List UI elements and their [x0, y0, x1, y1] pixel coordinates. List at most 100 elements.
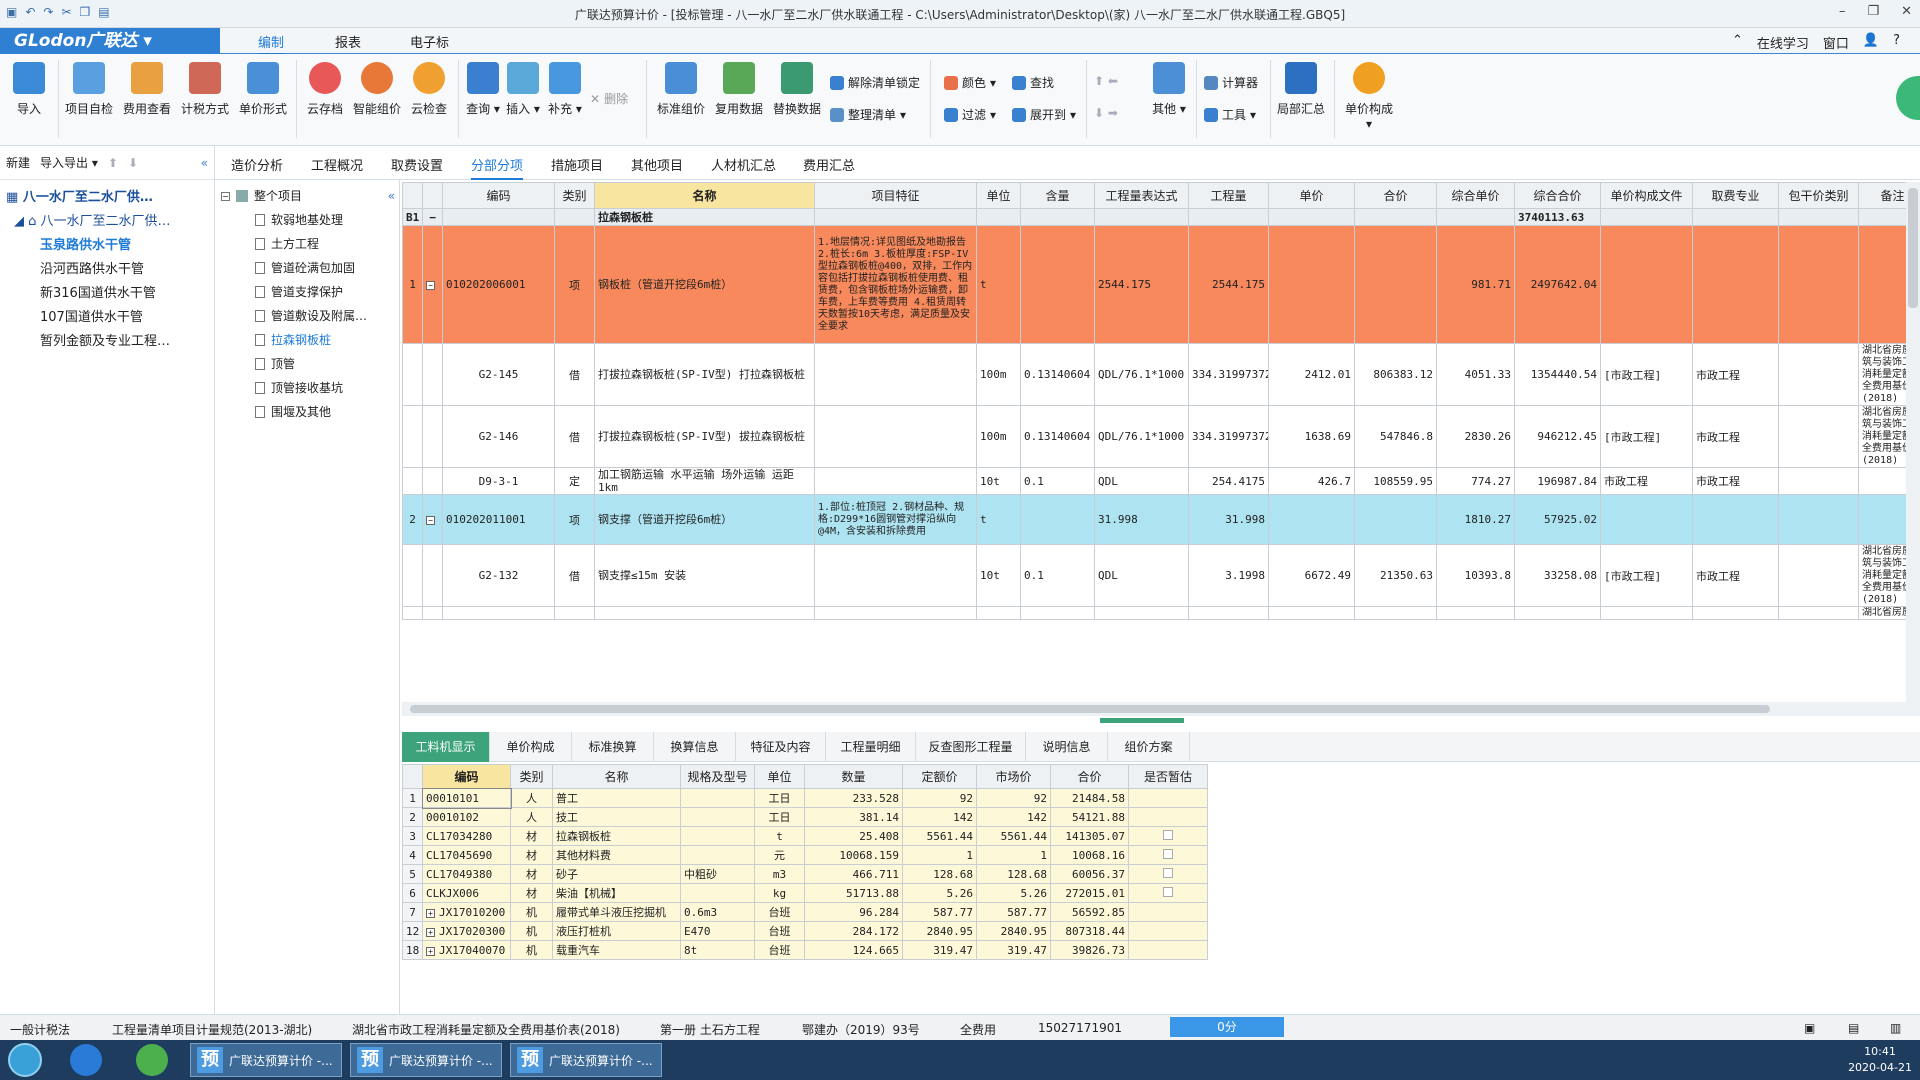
collapse-tree-icon[interactable]: «: [388, 184, 395, 208]
qty-ratio-cell[interactable]: 0.13140604: [1020, 405, 1095, 468]
tree-item-selected[interactable]: 拉森钢板桩: [215, 328, 399, 352]
amount-cell[interactable]: [1354, 606, 1437, 620]
unit-cell[interactable]: t: [976, 225, 1021, 344]
col-header[interactable]: 综合合价: [1514, 182, 1601, 209]
col-header[interactable]: 含量: [1020, 182, 1095, 209]
col-header[interactable]: 合价: [1354, 182, 1437, 209]
self-check-button[interactable]: 项目自检: [62, 62, 116, 117]
provisional-cell[interactable]: [1128, 921, 1208, 941]
smart-pricing-button[interactable]: 智能组价: [350, 62, 404, 117]
expr-cell[interactable]: QDL/76.1*1000: [1094, 405, 1189, 468]
type-cell[interactable]: 项: [554, 494, 595, 545]
project-item[interactable]: ◢ ⌂ 八一水厂至二水厂供…: [0, 210, 214, 234]
col-header[interactable]: 包干价类别: [1778, 182, 1859, 209]
unit-cell[interactable]: 工日: [754, 807, 805, 827]
restore-icon[interactable]: ❐: [1867, 4, 1879, 19]
market-price-cell[interactable]: 1: [976, 845, 1051, 865]
qty-cell[interactable]: 25.408: [804, 826, 903, 846]
qty-ratio-cell[interactable]: [1020, 606, 1095, 620]
tab-conversion-info[interactable]: 换算信息: [654, 732, 736, 762]
market-price-cell[interactable]: 2840.95: [976, 921, 1051, 941]
qty-cell[interactable]: 334.31997372: [1188, 343, 1269, 406]
unit-cell[interactable]: t: [976, 494, 1021, 545]
note-cell[interactable]: 湖北省房屋建筑与装饰工程消耗量定额及全费用基价表(2018): [1858, 343, 1906, 406]
type-cell[interactable]: 材: [510, 826, 553, 846]
package-cell[interactable]: [1778, 405, 1859, 468]
expr-cell[interactable]: 2544.175: [1094, 225, 1189, 344]
sub-col-header[interactable]: 数量: [804, 764, 903, 789]
total-cell[interactable]: 1354440.54: [1514, 343, 1601, 406]
col-header[interactable]: 取费专业: [1692, 182, 1779, 209]
qty-cell[interactable]: 3.1998: [1188, 544, 1269, 607]
major-cell[interactable]: 市政工程: [1692, 343, 1779, 406]
other-button[interactable]: 其他 ▾: [1142, 62, 1196, 117]
name-cell[interactable]: 加工钢筋运输 水平运输 场外运输 运距1km: [594, 467, 815, 495]
unit-price-cell[interactable]: 1810.27: [1436, 494, 1515, 545]
composition-file-cell[interactable]: [市政工程]: [1600, 405, 1693, 468]
package-cell[interactable]: [1778, 343, 1859, 406]
feature-cell[interactable]: [814, 405, 977, 468]
total-cell[interactable]: 2497642.04: [1514, 225, 1601, 344]
feature-cell[interactable]: 1.部位:桩顶冠 2.钢材品种、规格:D299*16圆钢管对撑沿纵向@4M，含安…: [814, 494, 977, 545]
unit-project-yuquan[interactable]: 玉泉路供水干管: [0, 234, 214, 258]
expr-cell[interactable]: QDL/76.1*1000: [1094, 343, 1189, 406]
col-header[interactable]: 工程量表达式: [1094, 182, 1189, 209]
bill-row[interactable]: G2-146 借打拔拉森钢板桩(SP-IV型) 拔拉森钢板桩 100m 0.13140…: [402, 405, 1906, 468]
bill-row[interactable]: G2-132 借钢支撑≤15m 安装 10t 0.1 QDL 3.1998 6672.49 2…: [402, 544, 1906, 607]
total-cell[interactable]: 946212.45: [1514, 405, 1601, 468]
unit-project-yanhe[interactable]: 沿河西路供水干管: [0, 258, 214, 282]
find-button[interactable]: 查找: [1012, 74, 1054, 91]
move-up-icon[interactable]: ⬆ ⬅: [1094, 74, 1118, 88]
unit-cell[interactable]: 100m: [976, 343, 1021, 406]
name-cell[interactable]: 钢支撑≤15m 安装: [594, 544, 815, 607]
amount-cell[interactable]: 108559.95: [1354, 467, 1437, 495]
unit-cell[interactable]: [976, 606, 1021, 620]
col-header[interactable]: 编码: [442, 182, 555, 209]
composition-file-cell[interactable]: [市政工程]: [1600, 544, 1693, 607]
unit-cell[interactable]: t: [754, 826, 805, 846]
expr-cell[interactable]: [1094, 606, 1189, 620]
status-volume[interactable]: 第一册 土石方工程: [660, 1021, 760, 1038]
market-price-cell[interactable]: 5561.44: [976, 826, 1051, 846]
total-cell[interactable]: 196987.84: [1514, 467, 1601, 495]
unit-price-cell[interactable]: [1436, 606, 1515, 620]
bill-row[interactable]: 2−010202011001 项钢支撑（管道开挖段6m桩） 1.部位:桩顶冠 2.钢…: [402, 494, 1906, 545]
bill-row[interactable]: 1−010202006001 项钢板桩（管道开挖段6m桩） 1.地层情况:详见图纸及…: [402, 225, 1906, 344]
price-form-button[interactable]: 单价形式: [236, 62, 290, 117]
partial-summary-button[interactable]: 局部汇总: [1274, 62, 1328, 117]
tab-description[interactable]: 说明信息: [1026, 732, 1108, 762]
sub-col-header[interactable]: 名称: [552, 764, 681, 789]
qty-cell[interactable]: 124.665: [804, 940, 903, 960]
composition-file-cell[interactable]: [市政工程]: [1600, 343, 1693, 406]
tree-root[interactable]: − 整个项目 «: [215, 184, 399, 208]
market-price-cell[interactable]: 142: [976, 807, 1051, 827]
qty-cell[interactable]: 233.528: [804, 788, 903, 808]
code-cell[interactable]: 010202011001: [442, 494, 555, 545]
qty-cell[interactable]: 51713.88: [804, 883, 903, 903]
amount-cell[interactable]: 547846.8: [1354, 405, 1437, 468]
reuse-data-button[interactable]: 复用数据: [712, 62, 766, 117]
name-cell[interactable]: 普工: [552, 788, 681, 808]
amount-cell[interactable]: [1354, 494, 1437, 545]
name-cell[interactable]: 液压打桩机: [552, 921, 681, 941]
total-cell[interactable]: 60056.37: [1050, 864, 1129, 884]
tree-toggle[interactable]: −: [422, 494, 443, 545]
code-cell[interactable]: [442, 606, 555, 620]
provisional-checkbox[interactable]: [1163, 867, 1173, 878]
qty-ratio-cell[interactable]: [1020, 494, 1095, 545]
sub-col-header[interactable]: 类别: [510, 764, 553, 789]
provisional-checkbox[interactable]: [1163, 886, 1173, 897]
unit-project-316[interactable]: 新316国道供水干管: [0, 282, 214, 306]
tab-standard-conversion[interactable]: 标准换算: [572, 732, 654, 762]
major-cell[interactable]: 市政工程: [1692, 405, 1779, 468]
menu-tab-report[interactable]: 报表: [335, 32, 361, 51]
close-icon[interactable]: ✕: [1901, 4, 1912, 19]
status-spec[interactable]: 工程量清单项目计量规范(2013-湖北): [112, 1021, 312, 1038]
status-tax-method[interactable]: 一般计税法: [10, 1021, 70, 1038]
name-cell[interactable]: [594, 606, 815, 620]
type-cell[interactable]: 定: [554, 467, 595, 495]
fee-view-button[interactable]: 费用查看: [120, 62, 174, 117]
note-cell[interactable]: [1858, 494, 1906, 545]
labor-material-grid[interactable]: 编码 类别 名称 规格及型号 单位 数量 定额价 市场价 合价 是否暂估 1 00…: [402, 764, 1208, 960]
tab-labor-material[interactable]: 工料机显示: [402, 732, 490, 762]
